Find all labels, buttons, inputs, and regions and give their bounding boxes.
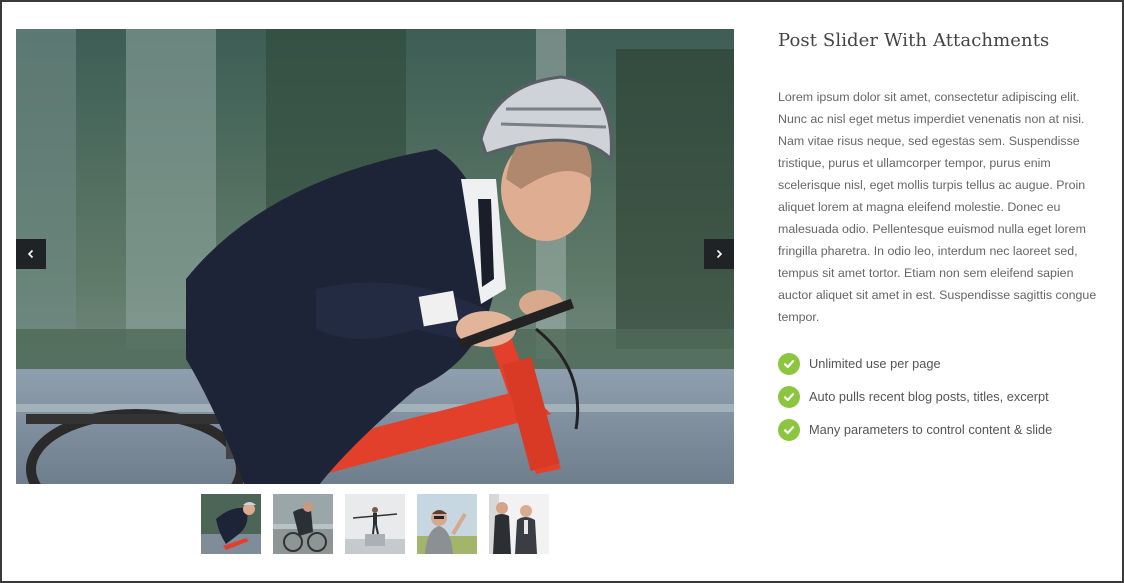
feature-item: Many parameters to control content & sli… (778, 413, 1108, 446)
check-circle-icon (778, 385, 800, 408)
thumbnail-5[interactable] (489, 494, 549, 554)
thumbnail-4[interactable] (417, 494, 477, 554)
cyclist-businessman-photo (16, 29, 734, 484)
feature-list: Unlimited use per page Auto pulls recent… (778, 347, 1108, 446)
next-slide-button[interactable] (704, 239, 734, 269)
feature-label: Many parameters to control content & sli… (809, 422, 1053, 437)
two-businessmen-thumb (489, 494, 549, 554)
chevron-right-icon (716, 249, 723, 259)
cyclist-businessman-thumb (201, 494, 261, 554)
man-pointing-thumb (417, 494, 477, 554)
feature-item: Auto pulls recent blog posts, titles, ex… (778, 380, 1108, 413)
prev-slide-button[interactable] (16, 239, 46, 269)
thumbnail-3[interactable] (345, 494, 405, 554)
check-circle-icon (778, 352, 800, 375)
post-slider[interactable] (16, 29, 734, 484)
feature-item: Unlimited use per page (778, 347, 1108, 380)
feature-label: Auto pulls recent blog posts, titles, ex… (809, 389, 1049, 404)
post-title: Post Slider With Attachments (778, 30, 1050, 51)
widget-frame: Post Slider With Attachments Lorem ipsum… (0, 0, 1124, 583)
thumbnail-2[interactable] (273, 494, 333, 554)
tightrope-walker-thumb (345, 494, 405, 554)
cyclist-motion-blur-thumb (273, 494, 333, 554)
chevron-left-icon (27, 249, 34, 259)
check-circle-icon (778, 418, 800, 441)
thumbnail-1[interactable] (201, 494, 261, 554)
feature-label: Unlimited use per page (809, 356, 941, 371)
post-description: Lorem ipsum dolor sit amet, consectetur … (778, 90, 1097, 324)
